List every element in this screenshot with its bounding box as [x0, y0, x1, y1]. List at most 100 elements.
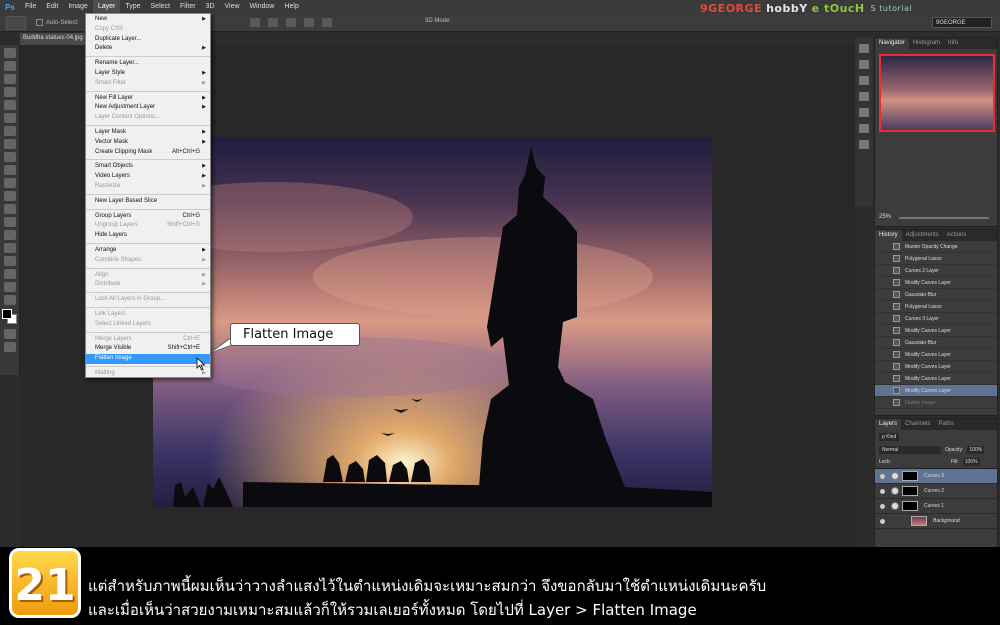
menu-item-layer-mask[interactable]: Layer Mask ▶: [86, 128, 210, 138]
history-item[interactable]: Curves 2 Layer: [875, 265, 997, 277]
history-item[interactable]: Modify Curves Layer: [875, 373, 997, 385]
history-item[interactable]: Modify Curves Layer: [875, 277, 997, 289]
gradient-tool-icon[interactable]: [4, 191, 16, 201]
history-item[interactable]: Polygonal Lasso: [875, 301, 997, 313]
auto-select-checkbox[interactable]: [36, 19, 43, 26]
history-item[interactable]: Polygonal Lasso: [875, 253, 997, 265]
marquee-tool-icon[interactable]: [4, 61, 16, 71]
stamp-tool-icon[interactable]: [4, 152, 16, 162]
color-swatches[interactable]: [2, 309, 18, 325]
menu-item-rasterize[interactable]: Rasterize ▶: [86, 182, 210, 192]
tab-info[interactable]: Info: [944, 38, 962, 49]
layer-row-curves-3[interactable]: Curves 3: [875, 469, 997, 484]
menu-item-new[interactable]: New ▶: [86, 15, 210, 25]
shape-tool-icon[interactable]: [4, 269, 16, 279]
layer-row-curves-2[interactable]: Curves 2: [875, 484, 997, 499]
history-item[interactable]: Modify Curves Layer: [875, 361, 997, 373]
history-item[interactable]: Modify Curves Layer: [875, 349, 997, 361]
menu-view[interactable]: View: [220, 0, 245, 14]
crop-tool-icon[interactable]: [4, 100, 16, 110]
menu-item-video-layers[interactable]: Video Layers ▶: [86, 172, 210, 182]
history-item[interactable]: Curves 3 Layer: [875, 313, 997, 325]
navigator-zoom-slider[interactable]: [899, 217, 989, 219]
menu-item-arrange[interactable]: Arrange ▶: [86, 246, 210, 256]
history-item[interactable]: Master Opacity Change: [875, 241, 997, 253]
dodge-tool-icon[interactable]: [4, 217, 16, 227]
history-item[interactable]: Gaussian Blur: [875, 337, 997, 349]
lasso-tool-icon[interactable]: [4, 74, 16, 84]
align-bottom-icon[interactable]: [286, 18, 296, 27]
menu-item-merge-visible[interactable]: Merge Visible Shift+Ctrl+E: [86, 344, 210, 354]
menu-item-group-layers[interactable]: Group Layers Ctrl+G: [86, 212, 210, 222]
eraser-tool-icon[interactable]: [4, 178, 16, 188]
tab-history[interactable]: History: [875, 230, 902, 241]
menu-item-create-clipping-mask[interactable]: Create Clipping Mask Alt+Ctrl+G: [86, 148, 210, 158]
menu-item-matting[interactable]: Matting ▶: [86, 369, 210, 379]
menu-file[interactable]: File: [20, 0, 41, 14]
history-item[interactable]: Gaussian Blur: [875, 289, 997, 301]
blend-mode-select[interactable]: Normal: [879, 445, 941, 454]
menu-item-new-layer-based-slice[interactable]: New Layer Based Slice: [86, 197, 210, 207]
brush-tool-icon[interactable]: [4, 139, 16, 149]
menu-item-merge-layers[interactable]: Merge Layers Ctrl+E: [86, 335, 210, 345]
menu-item-select-linked-layers[interactable]: Select Linked Layers: [86, 320, 210, 330]
menu-item-ungroup-layers[interactable]: Ungroup Layers Shift+Ctrl+G: [86, 221, 210, 231]
menu-item-hide-layers[interactable]: Hide Layers: [86, 231, 210, 241]
menu-layer[interactable]: Layer: [92, 0, 121, 14]
navigator-thumbnail[interactable]: [879, 54, 995, 132]
tab-paths[interactable]: Paths: [934, 419, 957, 430]
distribute-middle-icon[interactable]: [322, 18, 332, 27]
menu-item-smart-objects[interactable]: Smart Objects ▶: [86, 162, 210, 172]
menu-item-rename-layer[interactable]: Rename Layer...: [86, 59, 210, 69]
history-panel-icon[interactable]: [859, 44, 869, 53]
menu-item-vector-mask[interactable]: Vector Mask ▶: [86, 138, 210, 148]
move-tool-preset[interactable]: [6, 15, 26, 30]
layer-row-curves-1[interactable]: Curves 1: [875, 499, 997, 514]
hand-tool-icon[interactable]: [4, 282, 16, 292]
layer-kind-filter[interactable]: ρ Kind: [879, 432, 900, 441]
fill-input[interactable]: 100%: [962, 458, 980, 466]
menu-help[interactable]: Help: [279, 0, 303, 14]
navigator-zoom-value[interactable]: 25%: [879, 214, 891, 220]
menu-item-copy-css[interactable]: Copy CSS: [86, 25, 210, 35]
foreground-color-swatch[interactable]: [2, 309, 12, 319]
menu-item-delete[interactable]: Delete ▶: [86, 44, 210, 54]
menu-item-combine-shapes[interactable]: Combine Shapes ▶: [86, 256, 210, 266]
opacity-input[interactable]: 100%: [967, 445, 985, 454]
menu-select[interactable]: Select: [146, 0, 175, 14]
clone-source-panel-icon[interactable]: [859, 124, 869, 133]
eyedropper-tool-icon[interactable]: [4, 113, 16, 123]
screen-mode-icon[interactable]: [4, 342, 16, 352]
history-item[interactable]: Modify Curves Layer: [875, 385, 997, 397]
workspace-select[interactable]: 9GEORGE: [932, 17, 992, 28]
layer-row-background[interactable]: Background: [875, 514, 997, 529]
menu-item-smart-filter[interactable]: Smart Filter ▶: [86, 79, 210, 89]
menu-window[interactable]: Window: [245, 0, 280, 14]
paragraph-panel-icon[interactable]: [859, 92, 869, 101]
auto-select-option[interactable]: Auto-Select:: [36, 19, 79, 26]
history-item[interactable]: Modify Curves Layer: [875, 325, 997, 337]
menu-item-align[interactable]: Align ▶: [86, 271, 210, 281]
tab-navigator[interactable]: Navigator: [875, 38, 909, 49]
menu-filter[interactable]: Filter: [175, 0, 201, 14]
menu-type[interactable]: Type: [120, 0, 145, 14]
pen-tool-icon[interactable]: [4, 230, 16, 240]
blur-tool-icon[interactable]: [4, 204, 16, 214]
menu-item-lock-all-layers-in-group[interactable]: Lock All Layers in Group...: [86, 295, 210, 305]
history-item[interactable]: Flatten Image: [875, 397, 997, 409]
type-tool-icon[interactable]: [4, 243, 16, 253]
align-top-icon[interactable]: [250, 18, 260, 27]
zoom-tool-icon[interactable]: [4, 295, 16, 305]
history-brush-tool-icon[interactable]: [4, 165, 16, 175]
menu-edit[interactable]: Edit: [41, 0, 63, 14]
distribute-top-icon[interactable]: [304, 18, 314, 27]
tab-channels[interactable]: Channels: [901, 419, 934, 430]
tab-actions[interactable]: Actions: [943, 230, 971, 241]
menu-item-duplicate-layer[interactable]: Duplicate Layer...: [86, 35, 210, 45]
menu-image[interactable]: Image: [63, 0, 92, 14]
quick-mask-icon[interactable]: [4, 329, 16, 339]
quick-select-tool-icon[interactable]: [4, 87, 16, 97]
visibility-eye-icon[interactable]: [880, 488, 885, 494]
menu-item-new-adjustment-layer[interactable]: New Adjustment Layer ▶: [86, 103, 210, 113]
tab-adjustments[interactable]: Adjustments: [902, 230, 943, 241]
